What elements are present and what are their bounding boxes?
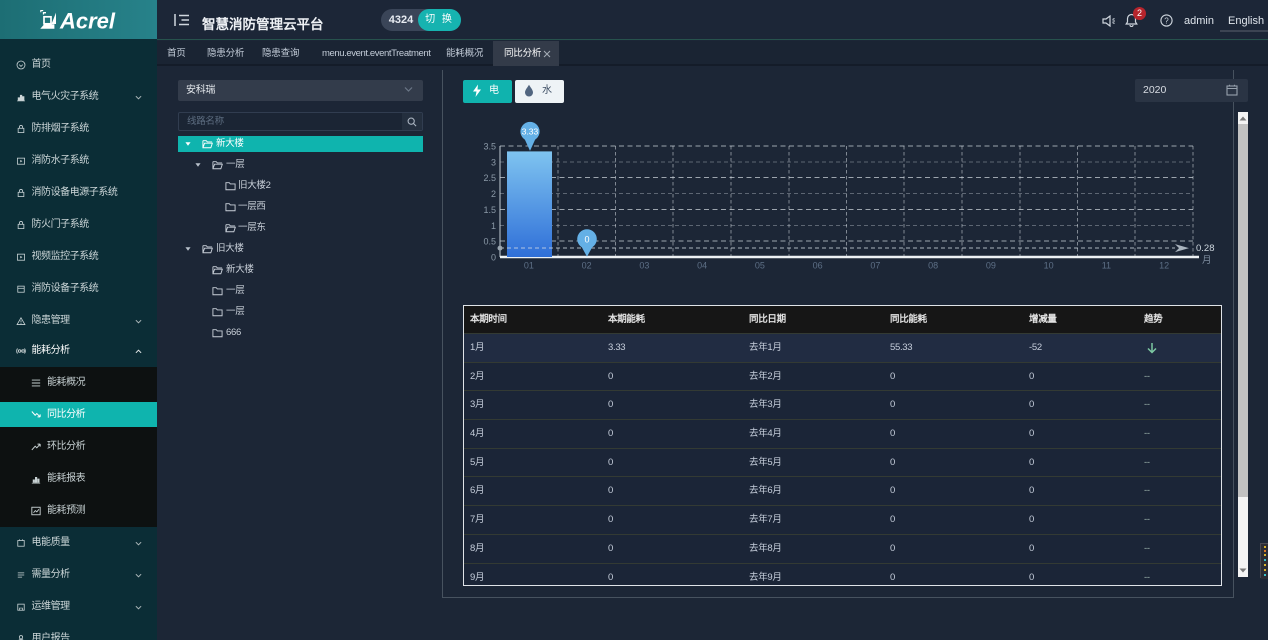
svg-text:01: 01 bbox=[524, 261, 534, 271]
svg-text:3.5: 3.5 bbox=[483, 142, 496, 152]
svg-text:02: 02 bbox=[582, 261, 592, 271]
svg-text:11: 11 bbox=[1102, 261, 1111, 271]
svg-text:10: 10 bbox=[1044, 261, 1054, 271]
svg-text:04: 04 bbox=[697, 261, 707, 271]
svg-text:0.28: 0.28 bbox=[1196, 243, 1215, 254]
svg-text:2: 2 bbox=[491, 189, 496, 199]
svg-text:0: 0 bbox=[584, 235, 589, 245]
svg-text:3.33: 3.33 bbox=[522, 127, 539, 137]
svg-text:1: 1 bbox=[491, 221, 496, 231]
svg-text:05: 05 bbox=[755, 261, 765, 271]
svg-text:09: 09 bbox=[986, 261, 996, 271]
svg-text:Acrel: Acrel bbox=[59, 8, 116, 33]
svg-text:?: ? bbox=[1164, 16, 1169, 25]
svg-text:1.5: 1.5 bbox=[483, 205, 496, 215]
svg-text:12: 12 bbox=[1159, 261, 1169, 271]
svg-text:0.5: 0.5 bbox=[483, 237, 496, 247]
svg-text:3: 3 bbox=[491, 157, 496, 167]
svg-text:06: 06 bbox=[813, 261, 823, 271]
svg-text:07: 07 bbox=[870, 261, 880, 271]
svg-text:2.5: 2.5 bbox=[483, 173, 496, 183]
svg-text:月: 月 bbox=[1202, 255, 1212, 266]
svg-text:0: 0 bbox=[491, 253, 496, 263]
svg-text:08: 08 bbox=[928, 261, 938, 271]
svg-text:03: 03 bbox=[639, 261, 649, 271]
